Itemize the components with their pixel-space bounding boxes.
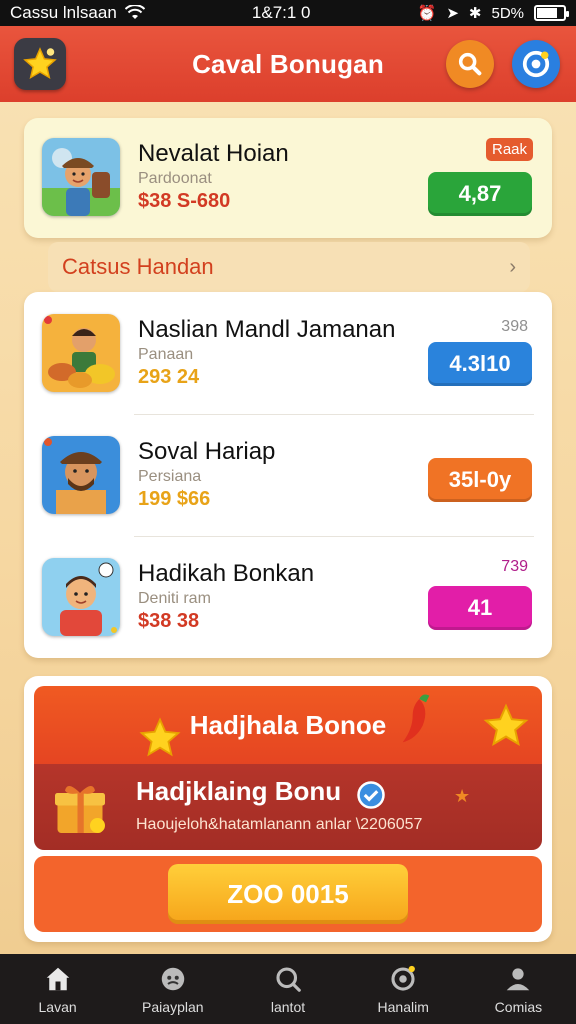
star-icon [23, 47, 57, 80]
verified-icon [357, 781, 385, 809]
item-subtitle: Deniti ram [138, 590, 211, 607]
item-price: 293 24 [138, 366, 200, 388]
bonus-detail: Hadjklaing Bonu ★ Haoujeloh&hatamlanann … [34, 764, 542, 850]
bonus-card: Hadjhala Bonoe Hadjklaing Bonu ★ Haoujel… [24, 676, 552, 942]
nav-label: lantot [270, 999, 306, 1015]
chili-icon [402, 694, 430, 743]
alarm-icon: ⏰ [417, 5, 437, 22]
item-price: 199 $66 [138, 488, 211, 510]
featured-buy-button[interactable]: 4,87 [428, 172, 532, 216]
nav-item-target[interactable]: Hanalim [346, 954, 461, 1024]
nav-label: Comias [494, 999, 543, 1015]
item-avatar [42, 314, 120, 392]
sparkle-icon: ★ [454, 786, 471, 806]
featured-avatar [42, 138, 120, 216]
item-subtitle: Persiana [138, 468, 202, 485]
location-icon: ➤ [446, 5, 459, 22]
target-button[interactable] [512, 40, 560, 88]
item-subtitle: Panaan [138, 346, 194, 363]
bluetooth-icon: ✱ [468, 5, 482, 22]
nav-item-home[interactable]: Lavan [0, 954, 115, 1024]
nav-item-search[interactable]: lantot [230, 954, 345, 1024]
section-banner-label: Catsus Handan [62, 254, 214, 279]
person-icon [502, 963, 534, 995]
star-icon [483, 703, 529, 747]
favorites-button[interactable] [14, 38, 66, 90]
star-icon [139, 717, 181, 757]
battery-label: 5D% [491, 4, 524, 22]
carrier-label: Cassu lnlsaan [10, 3, 117, 22]
status-bar: Cassu lnlsaan 1&7:1 0 ⏰ ➤ ✱ 5D% [0, 0, 576, 26]
search-icon [272, 963, 304, 995]
item-buy-button[interactable]: 35l-0y [428, 458, 532, 502]
item-count: 739 [501, 558, 528, 575]
clock: 1&7:1 0 [251, 3, 311, 22]
item-avatar [42, 436, 120, 514]
item-count: 398 [501, 318, 528, 335]
search-icon [458, 52, 482, 76]
featured-name: Nevalat Hoian [138, 140, 289, 167]
nav-item-friends[interactable]: Paiayplan [115, 954, 230, 1024]
battery-icon [534, 5, 569, 21]
bonus-header: Hadjhala Bonoe [34, 686, 542, 764]
featured-card[interactable]: Nevalat Hoian Pardoonat $38 S-680 Raak 4… [24, 118, 552, 238]
featured-subtitle: Pardoonat [138, 170, 212, 187]
search-button[interactable] [446, 40, 494, 88]
item-name: Hadikah Bonkan [138, 560, 315, 587]
nav-label: Paiayplan [142, 999, 204, 1015]
bonus-description: Haoujeloh&hatamlanann anlar \2206057 [136, 816, 423, 833]
list-item[interactable]: Soval Hariap Persiana 199 $66 35l-0y [24, 414, 552, 536]
item-name: Soval Hariap [138, 438, 276, 465]
target-icon [387, 963, 419, 995]
item-price: $38 38 [138, 610, 200, 632]
featured-tag: Raak [486, 138, 534, 161]
item-buy-button[interactable]: 41 [428, 586, 532, 630]
app-header: Caval Bonugan [0, 26, 576, 102]
item-list: Naslian Mandl Jamanan Panaan 293 24 398 … [24, 292, 552, 658]
bonus-subtitle: Hadjklaing Bonu [136, 776, 342, 806]
wifi-icon [124, 5, 145, 19]
bonus-action-area: ZOO 0015 [34, 856, 542, 932]
gift-icon [55, 786, 105, 833]
item-name: Naslian Mandl Jamanan [138, 316, 396, 343]
section-banner[interactable]: Catsus Handan › [48, 242, 530, 292]
chevron-right-icon: › [509, 255, 516, 278]
nav-label: Lavan [38, 999, 77, 1015]
featured-price: $38 S-680 [138, 190, 231, 212]
bonus-title: Hadjhala Bonoe [189, 709, 387, 740]
list-item[interactable]: Naslian Mandl Jamanan Panaan 293 24 398 … [24, 292, 552, 414]
claim-bonus-button[interactable]: ZOO 0015 [168, 864, 408, 924]
face-icon [157, 963, 189, 995]
home-icon [42, 963, 74, 995]
nav-label: Hanalim [377, 999, 429, 1015]
page-title: Caval Bonugan [192, 48, 384, 79]
item-buy-button[interactable]: 4.3l10 [428, 342, 532, 386]
nav-item-profile[interactable]: Comias [461, 954, 576, 1024]
bottom-nav: Lavan Paiayplan lantot Hanalim Comias [0, 954, 576, 1024]
target-icon [522, 50, 550, 78]
item-avatar [42, 558, 120, 636]
list-item[interactable]: Hadikah Bonkan Deniti ram $38 38 739 41 [24, 536, 552, 658]
